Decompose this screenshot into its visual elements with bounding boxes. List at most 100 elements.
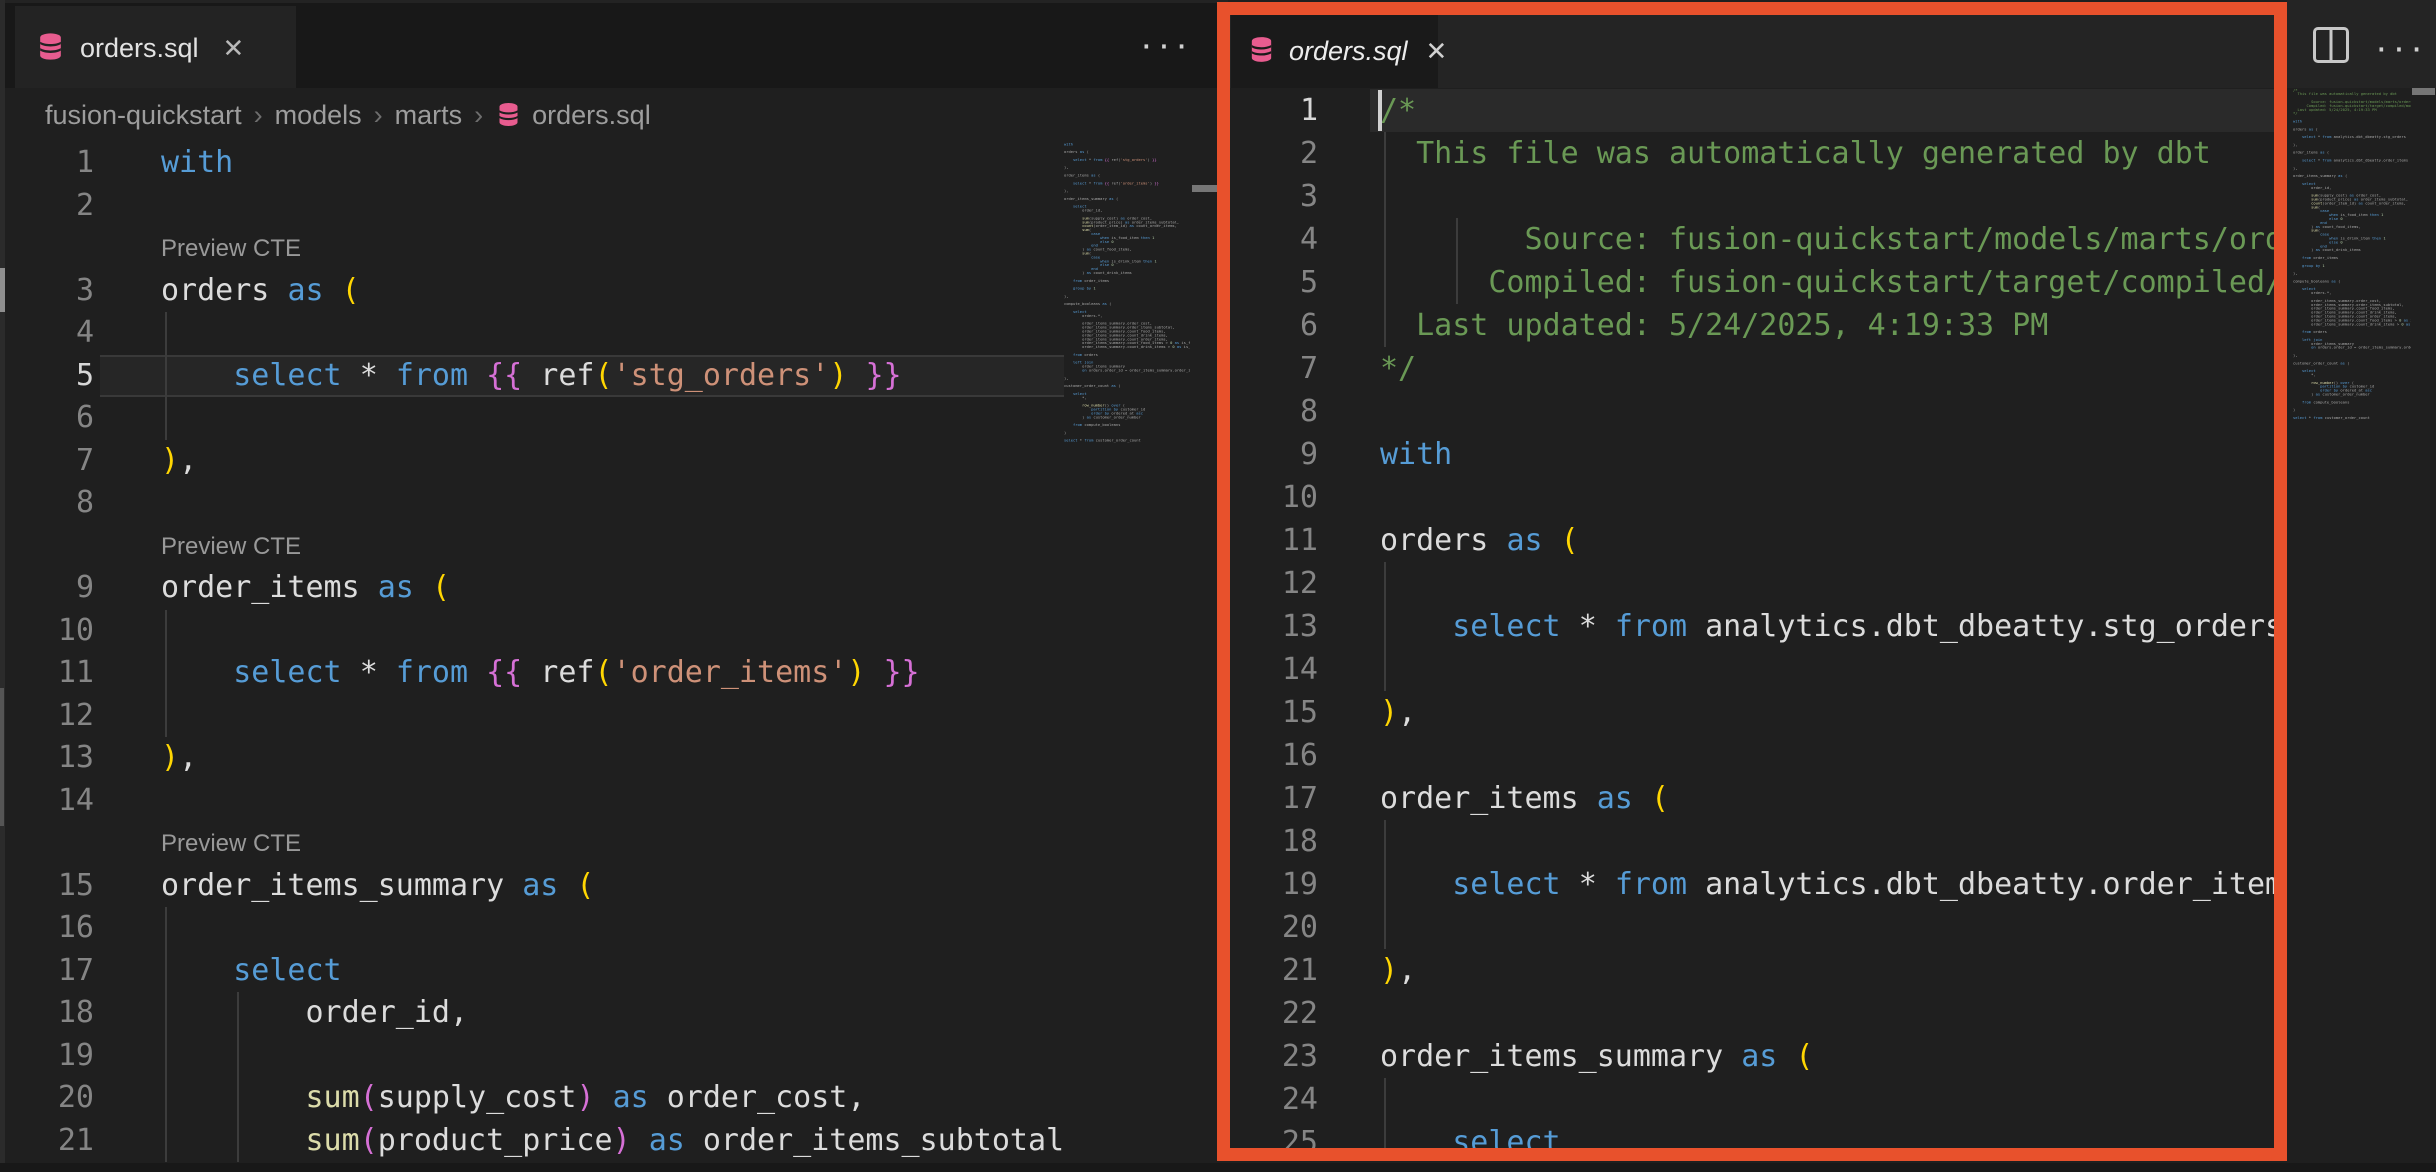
tab-label: orders.sql	[1289, 36, 1408, 67]
code-text: */	[1380, 347, 1416, 390]
line-number: 21	[1230, 949, 1318, 992]
code-line: 4 Source: fusion-quickstart/models/marts…	[1230, 218, 2287, 261]
code-text: This file was automatically generated by…	[1380, 132, 2211, 175]
code-text: order_items as (	[161, 567, 450, 610]
database-icon	[1247, 35, 1276, 69]
line-number: 15	[1230, 691, 1318, 734]
line-number: 2	[1230, 132, 1318, 175]
codelens-label[interactable]: Preview CTE	[161, 525, 301, 568]
code-line: 17order_items as (	[1230, 777, 2287, 820]
codelens-label[interactable]: Preview CTE	[161, 822, 301, 865]
line-number: 8	[0, 482, 94, 525]
breadcrumb-item-file[interactable]: orders.sql	[532, 100, 651, 131]
right-tab-bar: orders.sql ✕	[1230, 15, 2287, 88]
left-editor-code-area[interactable]: 1with2Preview CTE3orders as (45 select *…	[0, 0, 1064, 1162]
code-line: 7),	[0, 440, 1064, 483]
line-number: 11	[0, 652, 94, 695]
minimap-line: on orders.order_id = order_items_summary…	[2293, 345, 2411, 349]
line-number: 12	[1230, 562, 1318, 605]
close-tab-icon[interactable]: ✕	[223, 33, 245, 64]
line-number: 14	[0, 780, 94, 823]
minimap-line: select * from customer_order_count	[1064, 438, 1190, 442]
split-editor-icon[interactable]	[2313, 27, 2349, 63]
code-line: 2 This file was automatically generated …	[1230, 132, 2287, 175]
code-line: 9order_items as (	[0, 567, 1064, 610]
breadcrumb-item-models[interactable]: models	[275, 100, 362, 131]
codelens-preview-cte[interactable]: Preview CTE	[0, 227, 1064, 270]
right-editor-code-area[interactable]: 1/*2 This file was automatically generat…	[1230, 0, 2287, 1161]
breadcrumb: fusion-quickstart › models › marts › ord…	[0, 88, 1228, 142]
code-line: 13 select * from analytics.dbt_dbeatty.s…	[1230, 605, 2287, 648]
codelens-preview-cte[interactable]: Preview CTE	[0, 525, 1064, 568]
code-line: 11 orders as (	[1230, 519, 2287, 562]
codelens-preview-cte[interactable]: Preview CTE	[0, 822, 1064, 865]
code-line: 3orders as (	[0, 270, 1064, 313]
line-number: 21	[0, 1120, 94, 1163]
minimap[interactable]: /* This file was automatically generated…	[2293, 88, 2411, 1108]
code-line: 10	[1230, 476, 2287, 519]
code-line: 14	[1230, 648, 2287, 691]
code-line: 12	[1230, 562, 2287, 605]
indent-guide	[165, 695, 167, 738]
line-number: 19	[1230, 863, 1318, 906]
breadcrumb-item-marts[interactable]: marts	[395, 100, 463, 131]
code-line: 3	[1230, 175, 2287, 218]
code-text: Source: fusion-quickstart/models/marts/o…	[1380, 218, 2287, 261]
code-line: 23order_items_summary as (	[1230, 1035, 2287, 1078]
editor-actions-more-icon[interactable]: ···	[1140, 35, 1193, 55]
text-cursor	[1378, 90, 1382, 131]
minimap-line: This file was automatically generated by…	[2293, 92, 2411, 96]
line-number: 13	[0, 737, 94, 780]
code-line: 2	[0, 185, 1064, 228]
close-tab-icon[interactable]: ✕	[1426, 36, 1448, 67]
editor-actions-area: ···	[2287, 0, 2436, 88]
indent-guide	[165, 397, 167, 440]
indent-guide	[1384, 175, 1386, 218]
indent-guide	[165, 610, 167, 653]
line-number: 6	[1230, 304, 1318, 347]
code-line: 24	[1230, 1078, 2287, 1121]
vscode-editor-window: 1with2Preview CTE3orders as (45 select *…	[0, 0, 2436, 1172]
edge-scroll-thumb	[0, 268, 5, 312]
line-number: 16	[1230, 734, 1318, 777]
code-text: select	[161, 950, 342, 993]
more-actions-icon[interactable]: ···	[2375, 38, 2428, 58]
code-line: 21),	[1230, 949, 2287, 992]
line-number: 23	[1230, 1035, 1318, 1078]
code-line: 7*/	[1230, 347, 2287, 390]
minimap[interactable]: withorders as ( select * from {{ ref('st…	[1064, 142, 1190, 1162]
line-number: 11	[1230, 519, 1318, 562]
code-line: 10	[0, 610, 1064, 653]
code-line: 13),	[0, 737, 1064, 780]
code-text: ),	[161, 440, 197, 483]
chevron-right-icon: ›	[462, 100, 495, 131]
code-text: ),	[1380, 949, 1416, 992]
code-line: 12	[0, 695, 1064, 738]
indent-guide	[1384, 906, 1386, 949]
code-text: with	[161, 142, 233, 185]
code-text: ),	[1380, 691, 1416, 734]
line-number: 5	[0, 355, 94, 398]
tab-orders-sql-right-preview[interactable]: orders.sql ✕	[1231, 15, 1438, 88]
line-number: 1	[1230, 89, 1318, 132]
indent-guide	[1384, 820, 1386, 863]
code-line: 22	[1230, 992, 2287, 1035]
line-number: 12	[0, 695, 94, 738]
breadcrumb-item-project[interactable]: fusion-quickstart	[45, 100, 242, 131]
code-line: 15order_items_summary as (	[0, 865, 1064, 908]
tab-orders-sql-left[interactable]: orders.sql ✕	[15, 6, 296, 91]
codelens-label[interactable]: Preview CTE	[161, 227, 301, 270]
edge-scroll-thumb	[0, 688, 4, 826]
indent-guide	[1384, 1078, 1386, 1121]
code-line: 9with	[1230, 433, 2287, 476]
line-number: 25	[1230, 1121, 1318, 1161]
code-line: 19	[0, 1035, 1064, 1078]
code-text: orders as (	[1380, 519, 1579, 562]
code-line: 21 sum(product_price) as order_items_sub…	[0, 1120, 1064, 1163]
indent-guide	[1384, 648, 1386, 691]
code-line: 6	[0, 397, 1064, 440]
current-line-highlight	[1370, 89, 2287, 132]
database-icon	[35, 31, 66, 67]
bottom-strip	[0, 1163, 2436, 1172]
code-text: /*	[1380, 89, 1416, 132]
